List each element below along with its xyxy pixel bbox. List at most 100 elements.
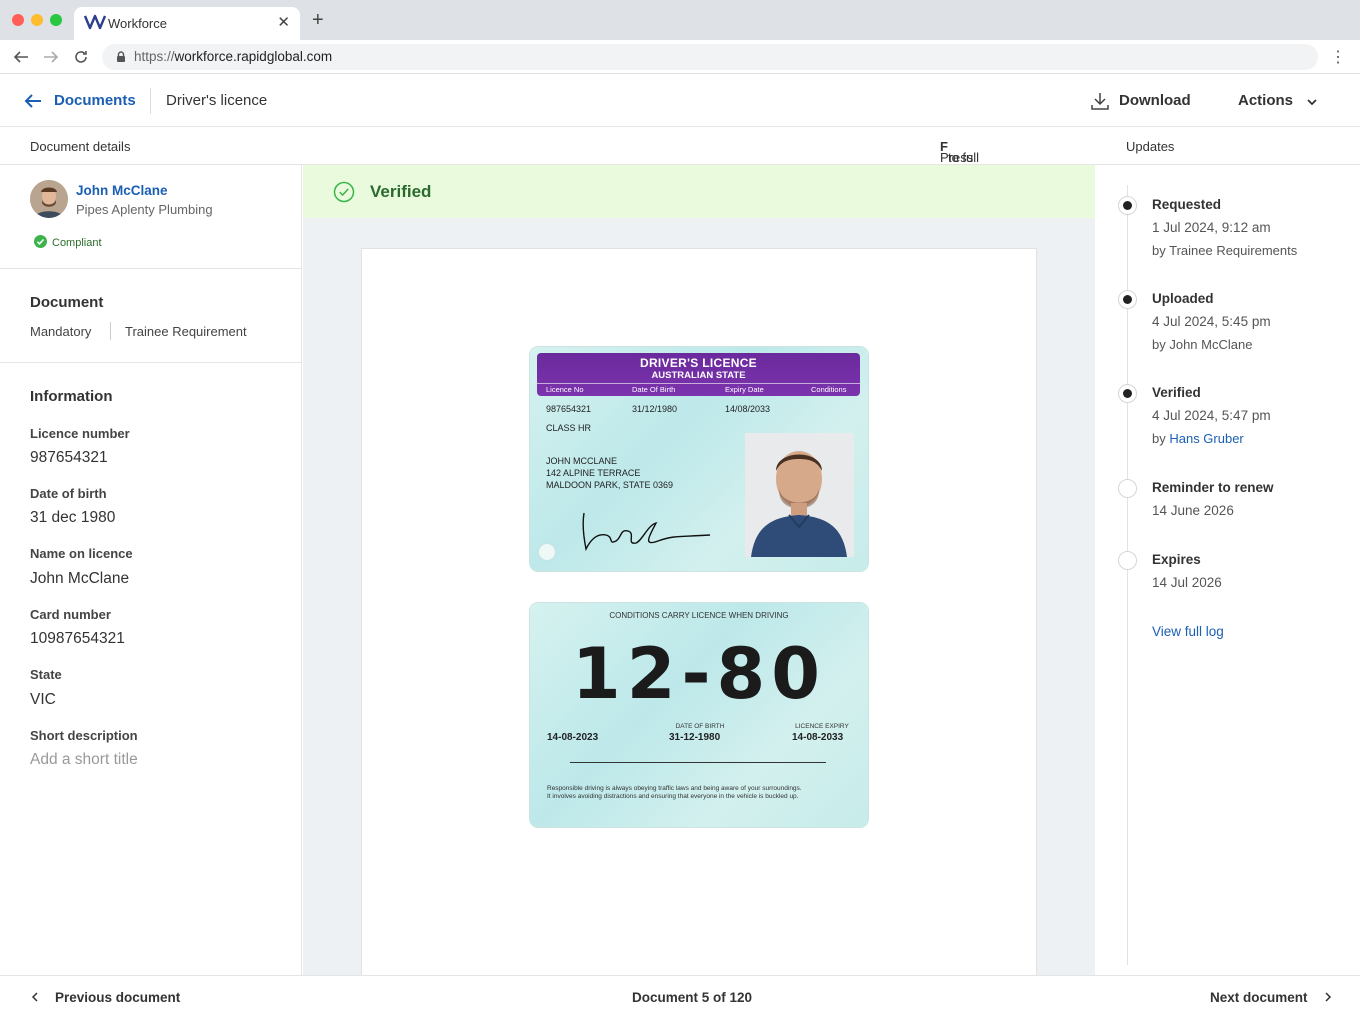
timeline-dot-empty: [1118, 551, 1137, 570]
chevron-right-icon: [1324, 992, 1331, 1002]
browser-tab[interactable]: Workforce ✕: [74, 7, 300, 40]
breadcrumb-divider: [150, 88, 151, 114]
document-pager: Previous document Document 5 of 120 Next…: [0, 975, 1360, 1020]
timeline-requested-date: 1 Jul 2024, 9:12 am: [1152, 220, 1271, 235]
document-page: DRIVER'S LICENCE AUSTRALIAN STATE Licenc…: [361, 248, 1037, 975]
information-section-title: Information: [30, 388, 113, 405]
licence-number-label: Licence number: [30, 426, 130, 441]
minimize-window-button[interactable]: [31, 14, 43, 26]
document-section-title: Document: [30, 294, 104, 311]
fine-print: Responsible driving is always obeying tr…: [547, 785, 802, 800]
reload-icon[interactable]: [72, 48, 90, 66]
card-expiry: 14/08/2033: [725, 404, 771, 414]
check-circle-icon: [333, 181, 355, 203]
actions-dropdown[interactable]: Actions: [1238, 92, 1317, 110]
person-name-link[interactable]: John McClane: [76, 183, 168, 198]
licence-back-card: CONDITIONS CARRY LICENCE WHEN DRIVING 12…: [530, 603, 868, 827]
document-viewer: Verified DRIVER'S LICENCE AUSTRALIAN STA…: [303, 165, 1095, 975]
workforce-logo-icon: [84, 14, 106, 30]
timeline-requested-by: by Trainee Requirements: [1152, 243, 1298, 258]
card-class: CLASS HR: [546, 423, 592, 433]
arrow-left-icon[interactable]: [22, 90, 44, 112]
back-icon[interactable]: [12, 48, 30, 66]
browser-tab-bar: Workforce ✕ +: [0, 0, 1360, 40]
forward-icon[interactable]: [42, 48, 60, 66]
card-address-line2: MALDOON PARK, STATE 0369: [546, 480, 674, 490]
divider: [0, 268, 302, 269]
signature-icon: [582, 512, 711, 552]
updates-heading: Updates: [1126, 139, 1175, 154]
dob-label: DATE OF BIRTH: [675, 723, 725, 730]
timeline-uploaded-title: Uploaded: [1152, 291, 1214, 306]
breadcrumb-documents-link[interactable]: Documents: [54, 92, 136, 109]
close-tab-icon[interactable]: ✕: [277, 13, 290, 31]
licence-title: DRIVER'S LICENCE: [639, 356, 757, 370]
timeline-expires-date: 14 Jul 2026: [1152, 575, 1222, 590]
licence-number-value[interactable]: 987654321: [30, 449, 108, 467]
licence-front-card: DRIVER'S LICENCE AUSTRALIAN STATE Licenc…: [530, 347, 868, 571]
timeline-dot-filled: [1118, 196, 1137, 215]
close-window-button[interactable]: [12, 14, 24, 26]
expiry-label: LICENCE EXPIRY: [795, 723, 849, 730]
lock-icon: [117, 51, 125, 62]
download-label: Download: [1119, 92, 1191, 109]
browser-menu-icon[interactable]: ⋮: [1330, 47, 1346, 67]
check-circle-icon: [34, 235, 47, 248]
person-company: Pipes Aplenty Plumbing: [76, 202, 213, 217]
verifier-link[interactable]: Hans Gruber: [1169, 431, 1243, 446]
avatar: [30, 180, 68, 218]
expiry-value: 14-08-2033: [792, 732, 844, 743]
chevron-left-icon: [31, 992, 38, 1002]
new-tab-icon[interactable]: +: [312, 9, 324, 32]
col-conditions: Conditions: [811, 385, 847, 394]
maximize-window-button[interactable]: [50, 14, 62, 26]
previous-document-button[interactable]: Previous document: [30, 990, 180, 1005]
chevron-down-icon: [1307, 99, 1317, 106]
divider: [0, 362, 302, 363]
card-number-value[interactable]: 10987654321: [30, 630, 125, 648]
col-date-of-birth: Date Of Birth: [632, 385, 676, 394]
licence-header: DRIVER'S LICENCE AUSTRALIAN STATE Licenc…: [537, 353, 860, 396]
licence-photo: [745, 433, 854, 557]
timeline-uploaded-date: 4 Jul 2024, 5:45 pm: [1152, 314, 1271, 329]
timeline-uploaded-by: by John McClane: [1152, 337, 1253, 352]
tab-title: Workforce: [108, 16, 167, 31]
url-text: https://workforce.rapidglobal.com: [134, 49, 333, 64]
state-label: State: [30, 667, 62, 682]
short-description-input[interactable]: Add a short title: [30, 751, 138, 769]
short-description-label: Short description: [30, 728, 138, 743]
document-tag-requirement: Trainee Requirement: [125, 324, 247, 339]
timeline-verified-date: 4 Jul 2024, 5:47 pm: [1152, 408, 1271, 423]
col-expiry-date: Expiry Date: [725, 385, 764, 394]
sub-header: Document details Press F to full screen …: [0, 128, 1360, 180]
timeline-reminder-date: 14 June 2026: [1152, 503, 1234, 518]
date-of-birth-value[interactable]: 31 dec 1980: [30, 509, 115, 527]
next-document-button[interactable]: Next document: [1210, 990, 1333, 1005]
timeline-requested-title: Requested: [1152, 197, 1222, 212]
header-rule: [537, 383, 860, 384]
dob-value: 31-12-1980: [669, 732, 721, 743]
app-header: Documents Driver's licence Download Acti…: [0, 75, 1360, 127]
actions-label: Actions: [1238, 92, 1294, 109]
conditions-header: CONDITIONS CARRY LICENCE WHEN DRIVING: [609, 611, 789, 620]
licence-condition-code: 12-80: [572, 633, 826, 715]
date-of-birth-label: Date of birth: [30, 486, 107, 501]
card-holder-name: JOHN MCCLANE: [546, 456, 618, 466]
name-on-licence-label: Name on licence: [30, 546, 133, 561]
timeline-verified-by: by Hans Gruber: [1152, 431, 1244, 446]
signature-line: [570, 762, 826, 763]
verified-status: Verified: [370, 182, 432, 201]
state-value[interactable]: VIC: [30, 691, 56, 709]
name-on-licence-value[interactable]: John McClane: [30, 570, 129, 588]
document-position: Document 5 of 120: [632, 990, 753, 1005]
updates-panel: Requested 1 Jul 2024, 9:12 am by Trainee…: [1096, 165, 1360, 975]
url-field[interactable]: https://workforce.rapidglobal.com: [102, 44, 1318, 70]
verified-banner: Verified: [303, 165, 1095, 218]
document-details-heading: Document details: [30, 139, 131, 154]
timeline-dot-filled: [1118, 384, 1137, 403]
issue-date: 14-08-2023: [547, 732, 599, 743]
download-icon: [1091, 93, 1109, 110]
fullscreen-hint: Press F to full screen: [940, 139, 987, 180]
view-full-log-link[interactable]: View full log: [1152, 624, 1224, 639]
document-details-panel: John McClane Pipes Aplenty Plumbing Comp…: [0, 165, 302, 975]
